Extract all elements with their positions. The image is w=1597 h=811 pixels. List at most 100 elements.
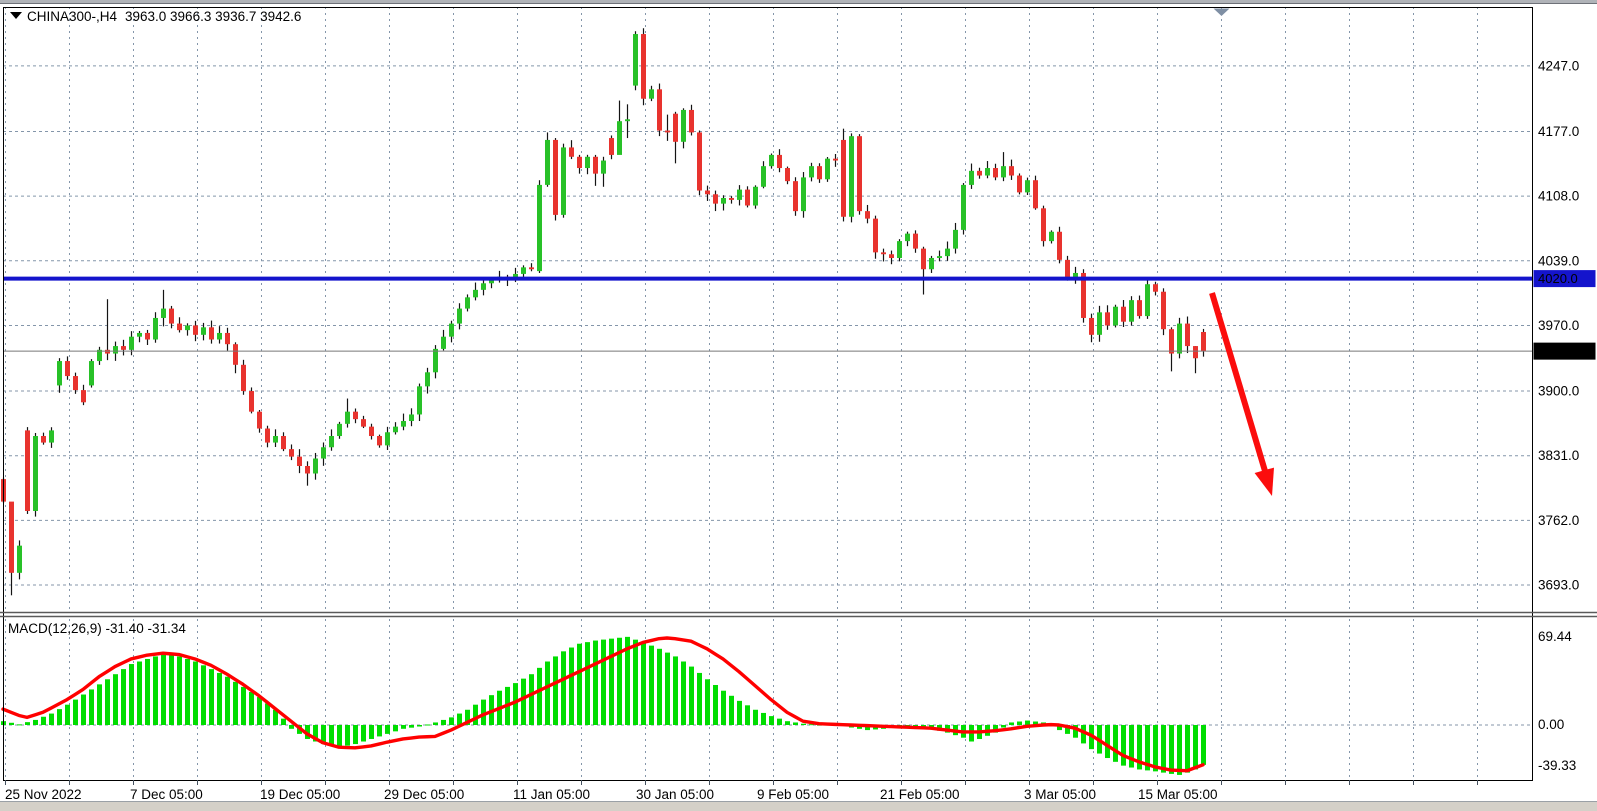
candle-body [673, 114, 678, 142]
macd-histogram-bar [393, 725, 398, 731]
candle-body [1177, 324, 1182, 354]
price-axis-label: 4039.0 [1538, 253, 1579, 268]
macd-histogram-bar [145, 659, 150, 725]
candle-body [569, 147, 574, 156]
candle-body [937, 256, 942, 258]
macd-histogram-bar [113, 674, 118, 725]
candle-body [1009, 166, 1014, 175]
price-tag-4020[interactable]: 4020.0 [1534, 270, 1596, 287]
candle-body [481, 283, 486, 290]
macd-histogram-bar [449, 717, 454, 725]
candle-body [377, 436, 382, 445]
macd-histogram-bar [641, 642, 646, 725]
macd-histogram-bar [193, 662, 198, 726]
candle-body [521, 267, 526, 274]
macd-histogram-bar [81, 695, 86, 725]
candle-body [473, 290, 478, 297]
macd-histogram-bar [657, 649, 662, 725]
macd-histogram-bar [281, 719, 286, 725]
macd-histogram-bar [329, 725, 334, 746]
candle-body [641, 34, 646, 99]
candle-body [401, 421, 406, 427]
macd-histogram-bar [337, 725, 342, 747]
candle-body [657, 89, 662, 130]
candle-body [113, 346, 118, 353]
chart-background [0, 0, 1597, 811]
candle-body [185, 325, 190, 330]
chart-canvas[interactable]: 4247.04177.04108.04039.03970.03900.03831… [0, 0, 1597, 811]
candle-body [985, 168, 990, 175]
candle-body [897, 241, 902, 258]
time-axis-label: 30 Jan 05:00 [636, 787, 714, 802]
candle-body [393, 427, 398, 433]
macd-histogram-bar [1025, 721, 1030, 725]
candle-body [705, 191, 710, 195]
candle-body [873, 219, 878, 253]
macd-histogram-bar [1121, 725, 1126, 766]
macd-histogram-bar [1185, 725, 1190, 773]
price-axis-label: 3970.0 [1538, 318, 1579, 333]
candle-body [977, 171, 982, 176]
candle-body [545, 140, 550, 185]
macd-histogram-bar [241, 687, 246, 725]
macd-histogram-bar [225, 677, 230, 725]
candle-body [65, 361, 70, 376]
candle-body [729, 198, 734, 200]
candle-body [953, 230, 958, 249]
macd-histogram-bar [9, 723, 14, 725]
candle-body [281, 436, 286, 449]
candle-body [425, 372, 430, 386]
macd-histogram-bar [553, 656, 558, 725]
macd-histogram-bar [713, 685, 718, 725]
candle-body [1169, 329, 1174, 353]
candle-body [833, 159, 838, 161]
candle-body [1161, 292, 1166, 329]
candle-body [321, 447, 326, 458]
macd-histogram-bar [289, 725, 294, 729]
candle-body [233, 344, 238, 365]
candle-body [993, 168, 998, 177]
macd-histogram-bar [161, 654, 166, 725]
macd-histogram-bar [425, 724, 430, 725]
candle-body [1185, 324, 1190, 346]
candle-body [337, 424, 342, 436]
macd-histogram-bar [97, 684, 102, 725]
candle-body [905, 234, 910, 241]
macd-histogram-bar [721, 691, 726, 725]
candle-body [313, 459, 318, 474]
candle-body [713, 194, 718, 203]
candle-body [57, 361, 62, 385]
macd-histogram-bar [249, 692, 254, 725]
candle-body [457, 309, 462, 324]
price-axis-label: 4177.0 [1538, 124, 1579, 139]
candle-body [609, 138, 614, 155]
price-axis-label: 3900.0 [1538, 384, 1579, 399]
candle-body [561, 147, 566, 214]
symbol-title: CHINA300-,H4 [27, 9, 118, 24]
macd-histogram-bar [777, 719, 782, 725]
price-axis-label: 3762.0 [1538, 513, 1579, 528]
candle-body [369, 427, 374, 436]
macd-histogram-bar [369, 725, 374, 739]
time-axis-label: 21 Feb 05:00 [880, 787, 960, 802]
macd-histogram-bar [33, 720, 38, 725]
candle-body [849, 136, 854, 217]
candle-body [153, 318, 158, 340]
macd-label: MACD(12,26,9) -31.40 -31.34 [8, 621, 186, 636]
candle-body [209, 327, 214, 339]
candle-body [537, 185, 542, 271]
macd-histogram-bar [17, 724, 22, 725]
candle-body [529, 267, 534, 269]
macd-histogram-bar [1193, 725, 1198, 769]
macd-histogram-bar [785, 721, 790, 725]
macd-histogram-bar [649, 646, 654, 725]
candle-body [761, 166, 766, 187]
candle-body [25, 430, 30, 511]
macd-histogram-bar [577, 644, 582, 725]
candle-body [465, 297, 470, 308]
macd-histogram-bar [1017, 722, 1022, 725]
candle-body [1041, 208, 1046, 241]
macd-histogram-bar [673, 656, 678, 725]
macd-histogram-bar [41, 717, 46, 725]
candle-body [825, 159, 830, 180]
